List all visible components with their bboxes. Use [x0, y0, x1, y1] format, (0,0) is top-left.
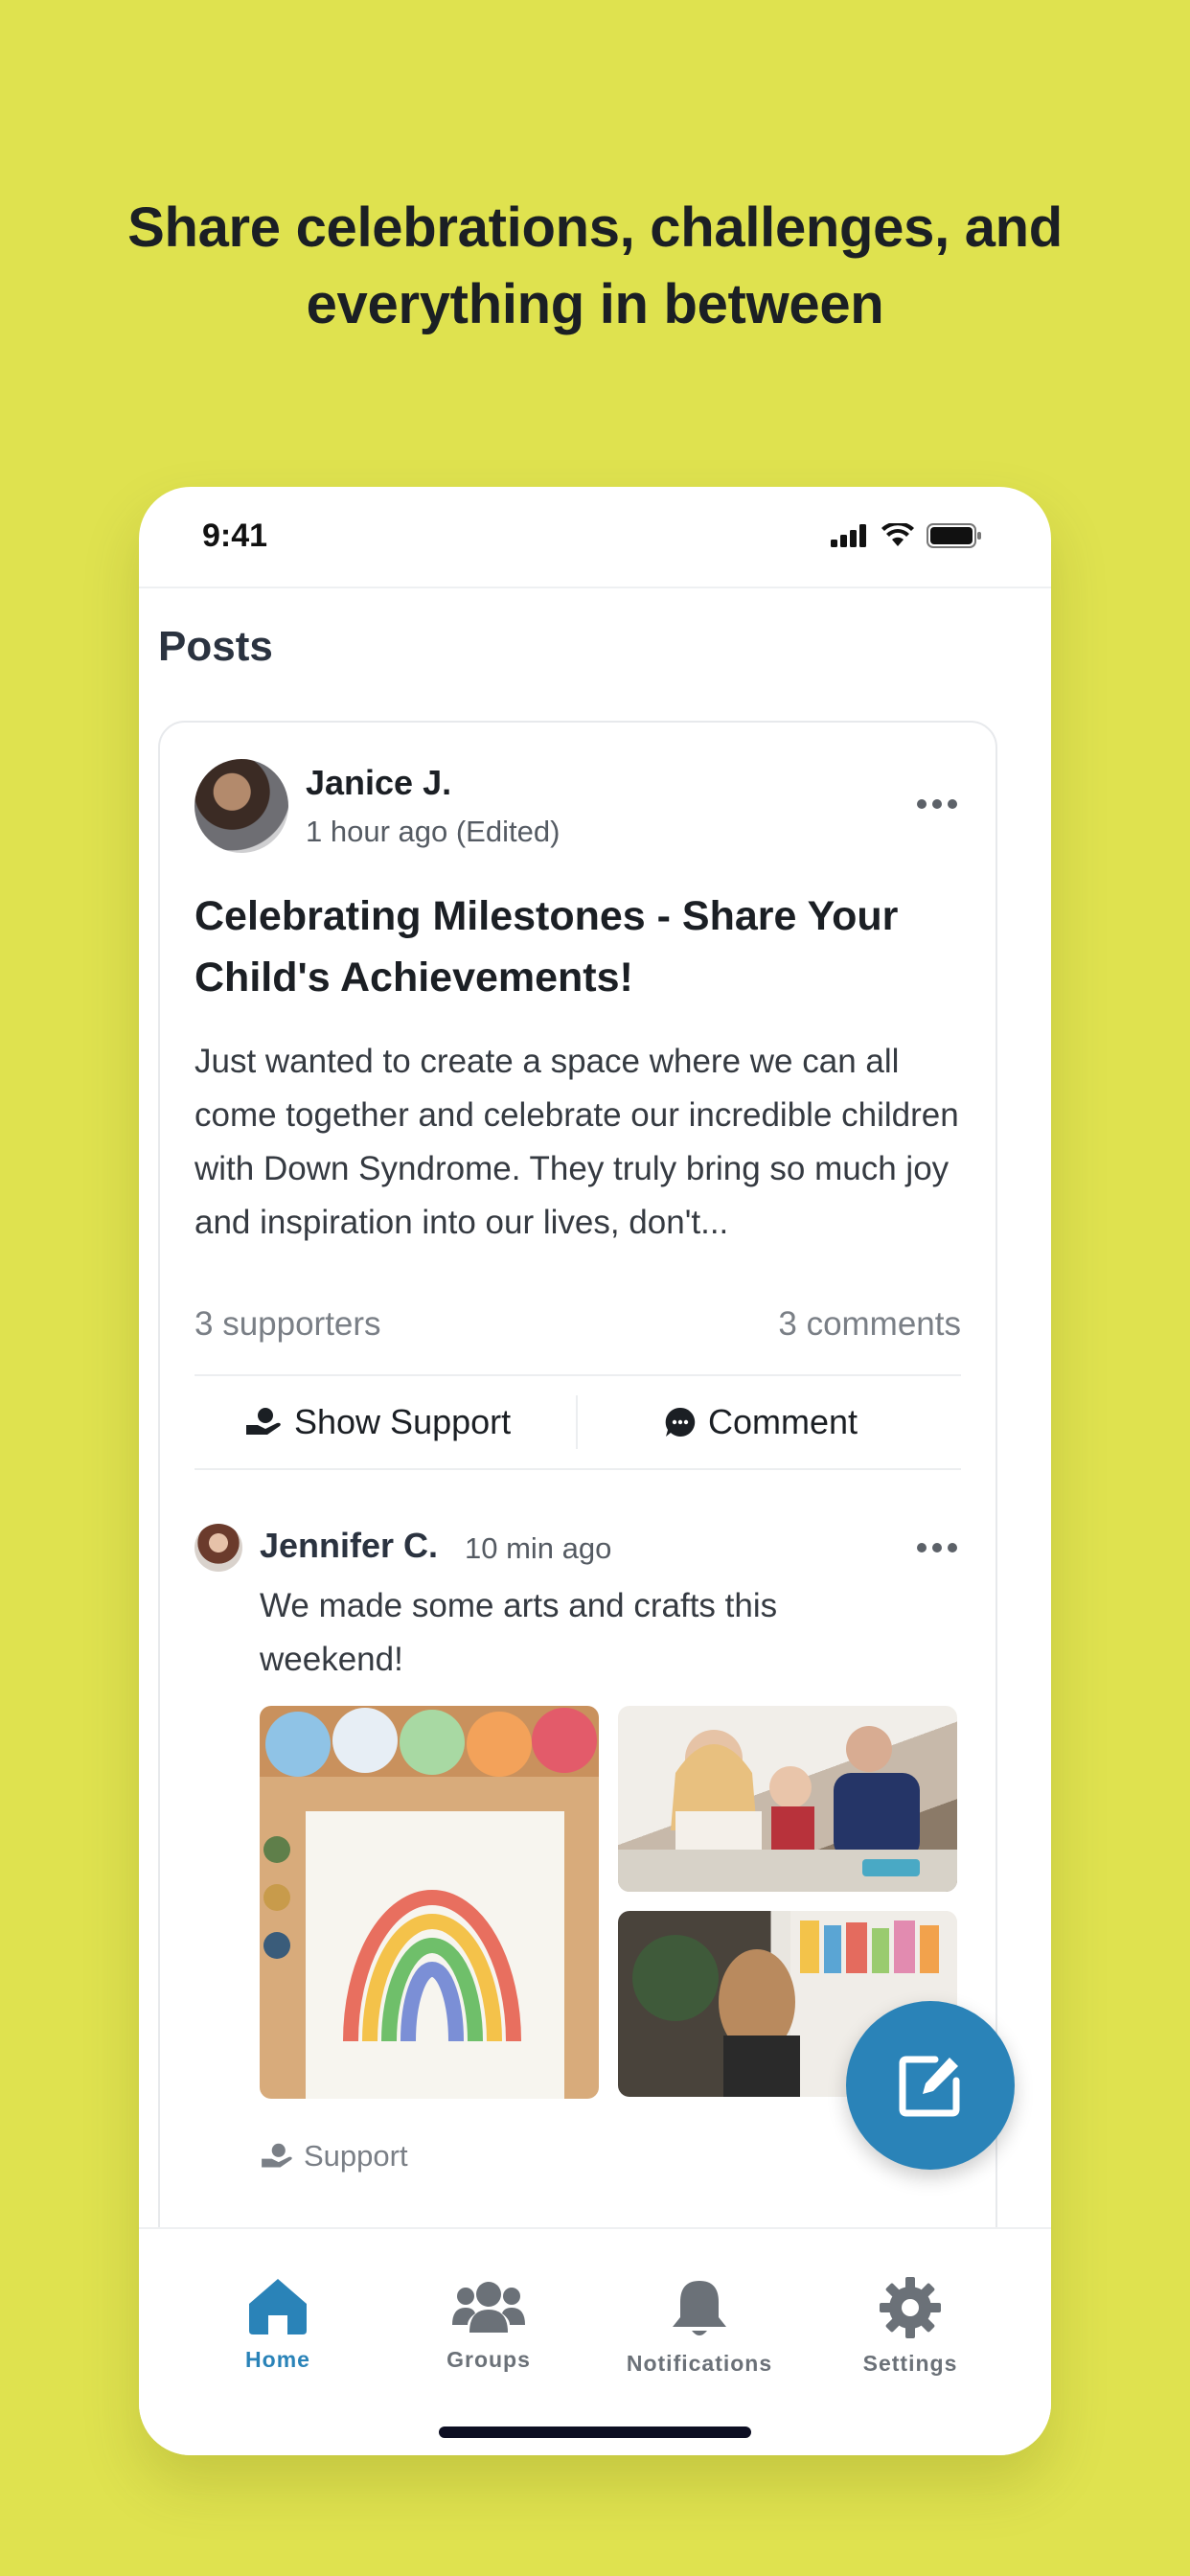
post-author[interactable]: Janice J.	[306, 763, 451, 803]
tab-notifications[interactable]: Notifications	[604, 2277, 795, 2377]
tab-settings[interactable]: Settings	[814, 2277, 1006, 2377]
tab-notifications-label: Notifications	[626, 2351, 773, 2376]
home-icon	[249, 2279, 307, 2334]
tab-home[interactable]: Home	[182, 2277, 374, 2373]
gear-icon	[880, 2277, 941, 2338]
tab-bar: Home Groups Notifications Settings	[139, 2227, 1051, 2455]
post-body: Just wanted to create a space where we c…	[195, 1043, 959, 1241]
tab-home-label: Home	[245, 2347, 310, 2372]
home-indicator	[439, 2426, 751, 2438]
comment-more-icon[interactable]	[917, 1543, 957, 1552]
commenter-avatar[interactable]	[195, 1524, 242, 1572]
comment-time: 10 min ago	[465, 1531, 612, 1565]
comment-bubble-icon	[665, 1407, 696, 1437]
comment-support-button[interactable]: Support	[260, 2139, 408, 2174]
comments-count[interactable]: 3 comments	[778, 1305, 961, 1344]
comment-label: Comment	[708, 1402, 858, 1441]
comment-body: We made some arts and crafts this weeken…	[260, 1587, 778, 1678]
comment-author[interactable]: Jennifer C.	[260, 1526, 438, 1566]
page-title: Posts	[158, 623, 273, 670]
signal-icon	[831, 524, 866, 547]
tab-settings-label: Settings	[862, 2351, 958, 2376]
comment-support-label: Support	[304, 2139, 408, 2173]
status-bar: 9:41	[139, 487, 1051, 588]
headline: Share celebrations, challenges, and ever…	[127, 196, 1063, 335]
show-support-button[interactable]: Show Support	[244, 1376, 511, 1468]
post-actions: Show Support Comment	[195, 1374, 961, 1470]
comment-button[interactable]: Comment	[664, 1376, 858, 1468]
bell-icon	[673, 2281, 726, 2335]
support-hand-icon	[262, 2143, 292, 2168]
tab-groups[interactable]: Groups	[393, 2277, 584, 2373]
actions-divider	[576, 1395, 578, 1449]
post-meta: 1 hour ago (Edited)	[306, 815, 561, 848]
new-post-button[interactable]	[846, 2001, 1015, 2170]
author-avatar[interactable]	[195, 759, 288, 853]
tab-groups-label: Groups	[446, 2347, 531, 2372]
post-more-icon[interactable]	[917, 799, 957, 809]
wifi-icon	[881, 523, 914, 546]
supporters-count[interactable]: 3 supporters	[195, 1305, 381, 1343]
edit-icon	[899, 2056, 960, 2117]
groups-icon	[452, 2282, 525, 2333]
support-hand-icon	[246, 1408, 281, 1435]
post-stats: 3 supporters 3 comments	[195, 1305, 961, 1344]
show-support-label: Show Support	[294, 1402, 512, 1441]
post-title[interactable]: Celebrating Milestones - Share Your Chil…	[195, 886, 980, 1008]
rainbow-painting-photo[interactable]	[260, 1706, 599, 2099]
status-icons	[831, 523, 982, 548]
phone-frame: 9:41 Posts Janice J. 1 hour ago (Edited)…	[139, 487, 1051, 2455]
battery-icon	[927, 523, 981, 548]
family-table-photo[interactable]	[618, 1706, 957, 1892]
status-time: 9:41	[202, 518, 268, 554]
